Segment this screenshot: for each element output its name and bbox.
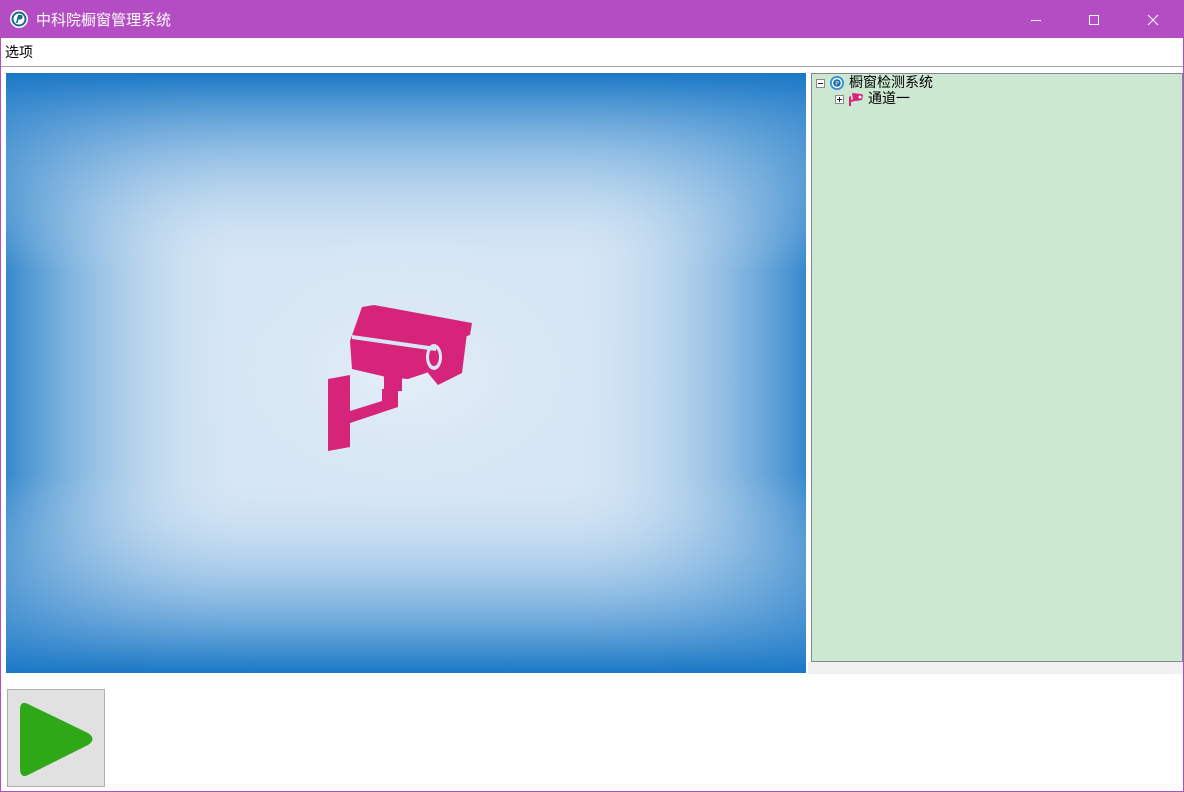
tree-node-root-label: 橱窗检测系统 bbox=[849, 75, 933, 91]
window-title: 中科院橱窗管理系统 bbox=[36, 11, 172, 29]
close-button[interactable] bbox=[1124, 1, 1182, 38]
tree-footer-strip bbox=[808, 662, 1183, 674]
tree-node-channel[interactable]: 通道一 bbox=[835, 91, 910, 107]
minimize-icon bbox=[1031, 19, 1041, 21]
collapse-icon[interactable] bbox=[816, 78, 825, 88]
app-window: 中科院橱窗管理系统 选项 P 橱窗检测系统 通道一 bbox=[0, 0, 1184, 792]
play-button[interactable] bbox=[7, 689, 105, 787]
app-logo-icon bbox=[10, 10, 28, 28]
minimize-button[interactable] bbox=[1007, 1, 1065, 38]
tree-node-root[interactable]: P 橱窗检测系统 bbox=[816, 75, 933, 91]
camera-icon bbox=[849, 93, 863, 106]
video-display[interactable] bbox=[6, 73, 806, 673]
play-icon bbox=[20, 702, 93, 776]
maximize-button[interactable] bbox=[1065, 1, 1123, 38]
svg-text:P: P bbox=[835, 81, 839, 88]
close-icon bbox=[1147, 14, 1159, 25]
tree-node-channel-label: 通道一 bbox=[868, 91, 910, 107]
menu-bar: 选项 bbox=[1, 38, 1183, 67]
globe-icon: P bbox=[830, 76, 844, 90]
device-tree[interactable]: P 橱窗检测系统 通道一 bbox=[811, 73, 1183, 662]
expand-icon[interactable] bbox=[835, 94, 844, 104]
title-bar[interactable]: 中科院橱窗管理系统 bbox=[1, 1, 1183, 38]
menu-options[interactable]: 选项 bbox=[5, 44, 33, 62]
maximize-icon bbox=[1089, 14, 1099, 25]
video-background bbox=[6, 73, 806, 673]
